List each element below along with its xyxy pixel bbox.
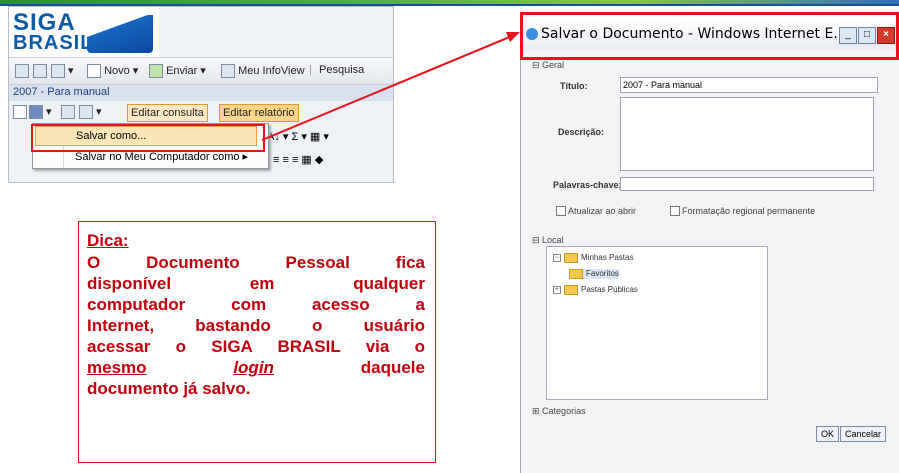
tip-underlined-word: mesmo: [87, 358, 147, 377]
section-local[interactable]: ⊟ Local: [532, 235, 564, 246]
tip-line: mesmo login daquele: [87, 357, 425, 378]
descricao-label: Descrição:: [558, 127, 605, 137]
tip-word: daquele: [360, 358, 425, 377]
atualizar-label: Atualizar ao abrir: [568, 206, 637, 216]
ok-button[interactable]: OK: [816, 426, 840, 442]
tip-box: Dica: O Documento Pessoal fica disponíve…: [78, 221, 436, 463]
dialog-title-highlight: [520, 12, 899, 60]
section-geral[interactable]: ⊟ Geral: [532, 60, 564, 71]
tip-line: Internet, bastando o usuário: [87, 316, 425, 335]
folder-icon: [564, 285, 578, 295]
titulo-input[interactable]: [620, 77, 878, 93]
tip-line: acessar o SIGA BRASIL via o: [87, 337, 425, 356]
tip-body: O Documento Pessoal fica disponível em q…: [87, 252, 425, 399]
tip-login-word: login: [233, 358, 274, 377]
folder-icon: [569, 269, 583, 279]
atualizar-checkbox[interactable]: [556, 206, 566, 216]
formatacao-checkbox[interactable]: [670, 206, 680, 216]
titulo-label: Título:: [560, 81, 588, 91]
tip-line: computador com acesso a: [87, 295, 425, 314]
tip-heading: Dica:: [87, 231, 129, 250]
tip-line: O Documento Pessoal fica: [87, 253, 425, 272]
tree-item-minhas-pastas[interactable]: − Minhas Pastas: [553, 253, 633, 263]
descricao-textarea[interactable]: [620, 97, 874, 171]
cancel-button[interactable]: Cancelar: [840, 426, 887, 442]
palavras-chave-label: Palavras-chave:: [553, 180, 622, 190]
folder-tree: − Minhas Pastas Favoritos + Pastas Pública…: [546, 246, 768, 400]
tip-line: disponível em qualquer: [87, 274, 425, 293]
tree-item-pastas-publicas[interactable]: + Pastas Públicas: [553, 285, 638, 295]
tip-line: documento já salvo.: [87, 379, 251, 398]
palavras-chave-input[interactable]: [620, 177, 874, 191]
formatacao-label: Formatação regional permanente: [682, 206, 816, 216]
section-categorias[interactable]: ⊞ Categorias: [532, 406, 586, 417]
folder-icon: [564, 253, 578, 263]
tree-item-favoritos[interactable]: Favoritos: [569, 269, 619, 279]
